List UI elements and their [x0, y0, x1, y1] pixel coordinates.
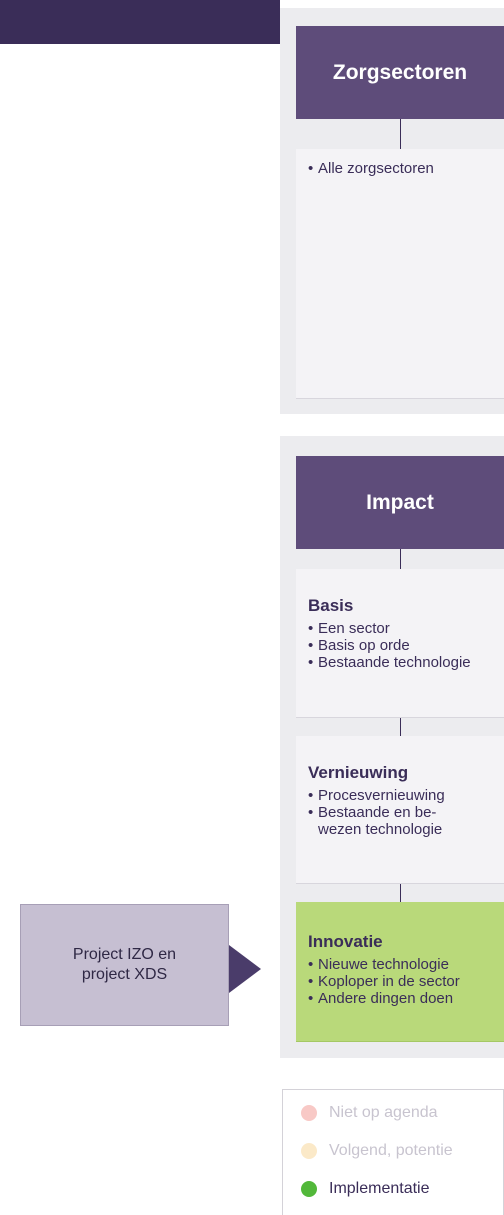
impact-card-title: Vernieuwing [308, 763, 409, 782]
impact-card-title: Basis [308, 596, 354, 615]
impact-item: Een sector [308, 620, 500, 637]
impact-item: Basis op orde [308, 637, 500, 654]
impact-card-innovatie: Innovatie Nieuwe technologie Koploper in… [296, 902, 504, 1042]
sector-card: Alle zorgsectoren [296, 149, 504, 399]
impact-item: Koploper in de sector [308, 973, 500, 990]
impact-card-vernieuwing: Vernieuwing Procesvernieuwing Bestaande … [296, 736, 504, 884]
connector-line [400, 884, 401, 902]
impact-item: Procesvernieuwing [308, 787, 500, 804]
legend-label: Implementatie [329, 1180, 430, 1197]
legend-item-volgend: Volgend, potentie [301, 1142, 453, 1160]
orange-dot-icon [301, 1143, 317, 1159]
project-box: Project IZO en project XDS [20, 904, 229, 1026]
impact-column-header: Impact [296, 456, 504, 549]
green-dot-icon [301, 1181, 317, 1197]
impact-item: Bestaande technologie [308, 654, 500, 671]
legend-item-niet-op-agenda: Niet op agenda [301, 1104, 438, 1122]
connector-line [400, 549, 401, 569]
connector-line [400, 119, 401, 149]
sector-item: Alle zorgsectoren [308, 160, 500, 177]
impact-item: Andere dingen doen [308, 990, 500, 1007]
impact-item: Nieuwe technologie [308, 956, 500, 973]
red-dot-icon [301, 1105, 317, 1121]
legend-label: Volgend, potentie [329, 1142, 453, 1159]
project-label: Project IZO en project XDS [72, 946, 177, 983]
impact-item: Bestaande en be- wezen technologie [308, 804, 500, 838]
connector-line [400, 718, 401, 736]
impact-card-basis: Basis Een sector Basis op orde Bestaande… [296, 569, 504, 718]
legend-item-implementatie: Implementatie [301, 1180, 430, 1198]
sector-column-header: Zorgsectoren [296, 26, 504, 119]
status-legend: Niet op agenda Volgend, potentie Impleme… [282, 1089, 504, 1215]
top-bar [0, 0, 280, 44]
impact-card-title: Innovatie [308, 932, 383, 951]
pointer-arrow-icon [229, 945, 261, 993]
legend-label: Niet op agenda [329, 1104, 438, 1121]
